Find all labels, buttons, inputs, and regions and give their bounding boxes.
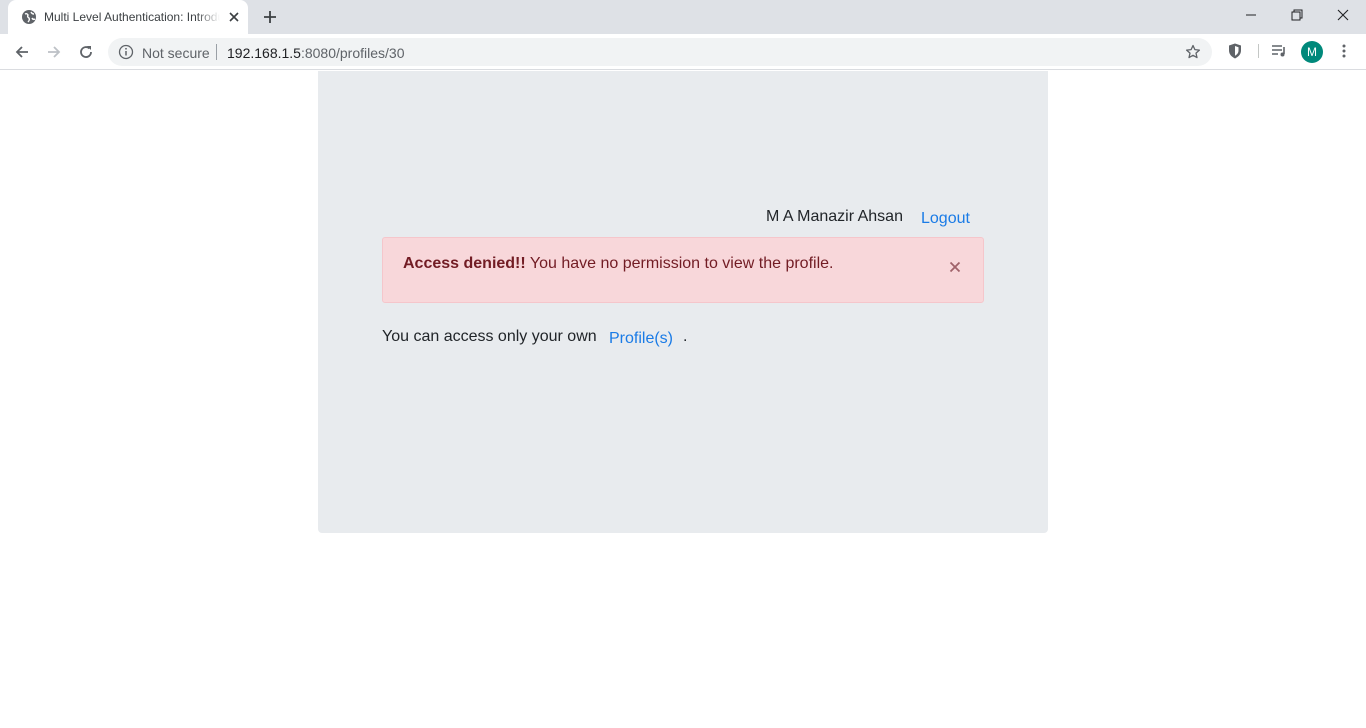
globe-icon: [22, 10, 36, 24]
sentence-period: .: [683, 328, 688, 345]
more-vert-icon[interactable]: [1336, 43, 1352, 59]
minimize-button[interactable]: [1228, 0, 1274, 30]
close-icon: [949, 261, 961, 273]
close-icon: [1337, 9, 1349, 21]
profile-avatar[interactable]: M: [1301, 41, 1323, 63]
access-info-text: You can access only your own: [382, 328, 597, 345]
security-label[interactable]: Not secure: [142, 45, 210, 61]
url-path: :8080/profiles/30: [300, 45, 405, 61]
access-denied-alert: Access denied!! You have no permission t…: [382, 237, 984, 303]
back-button[interactable]: [10, 40, 34, 64]
alert-message: You have no permission to view the profi…: [525, 255, 834, 272]
user-name: M A Manazir Ahsan: [766, 208, 903, 225]
alert-close-button[interactable]: [945, 257, 965, 277]
arrow-left-icon: [15, 46, 28, 58]
bookmark-star-icon[interactable]: [1185, 44, 1201, 60]
minimize-icon: [1246, 14, 1256, 16]
forward-button[interactable]: [42, 40, 66, 64]
url-host: 192.168.1.5: [227, 45, 301, 61]
logout-link[interactable]: Logout: [921, 210, 970, 228]
profiles-link[interactable]: Profile(s): [609, 330, 673, 348]
restore-icon: [1291, 9, 1303, 21]
tab-strip: Multi Level Authentication: Introduction: [0, 0, 1366, 34]
shield-extension-icon[interactable]: [1226, 42, 1244, 60]
restore-button[interactable]: [1274, 0, 1320, 30]
close-window-button[interactable]: [1320, 0, 1366, 30]
tab-title: Multi Level Authentication: Introduction: [44, 9, 220, 25]
browser-tab[interactable]: Multi Level Authentication: Introduction: [8, 0, 248, 34]
main-panel: M A Manazir Ahsan Logout Access denied!!…: [318, 71, 1048, 533]
address-bar[interactable]: Not secure 192.168.1.5:8080/profiles/30: [108, 38, 1212, 66]
omnibox-divider: [216, 44, 217, 60]
url-text[interactable]: 192.168.1.5:8080/profiles/30: [227, 45, 405, 61]
alert-heading: Access denied!!: [403, 255, 526, 272]
arrow-right-icon: [48, 46, 61, 58]
reload-icon: [80, 46, 92, 58]
info-icon[interactable]: [118, 44, 134, 60]
toolbar-divider: [1258, 44, 1259, 58]
alert-text: Access denied!! You have no permission t…: [403, 255, 833, 273]
close-tab-icon[interactable]: [226, 9, 242, 25]
media-control-icon[interactable]: [1270, 42, 1288, 60]
new-tab-icon[interactable]: [260, 7, 280, 27]
browser-toolbar: Not secure 192.168.1.5:8080/profiles/30 …: [0, 34, 1366, 70]
reload-button[interactable]: [74, 40, 98, 64]
